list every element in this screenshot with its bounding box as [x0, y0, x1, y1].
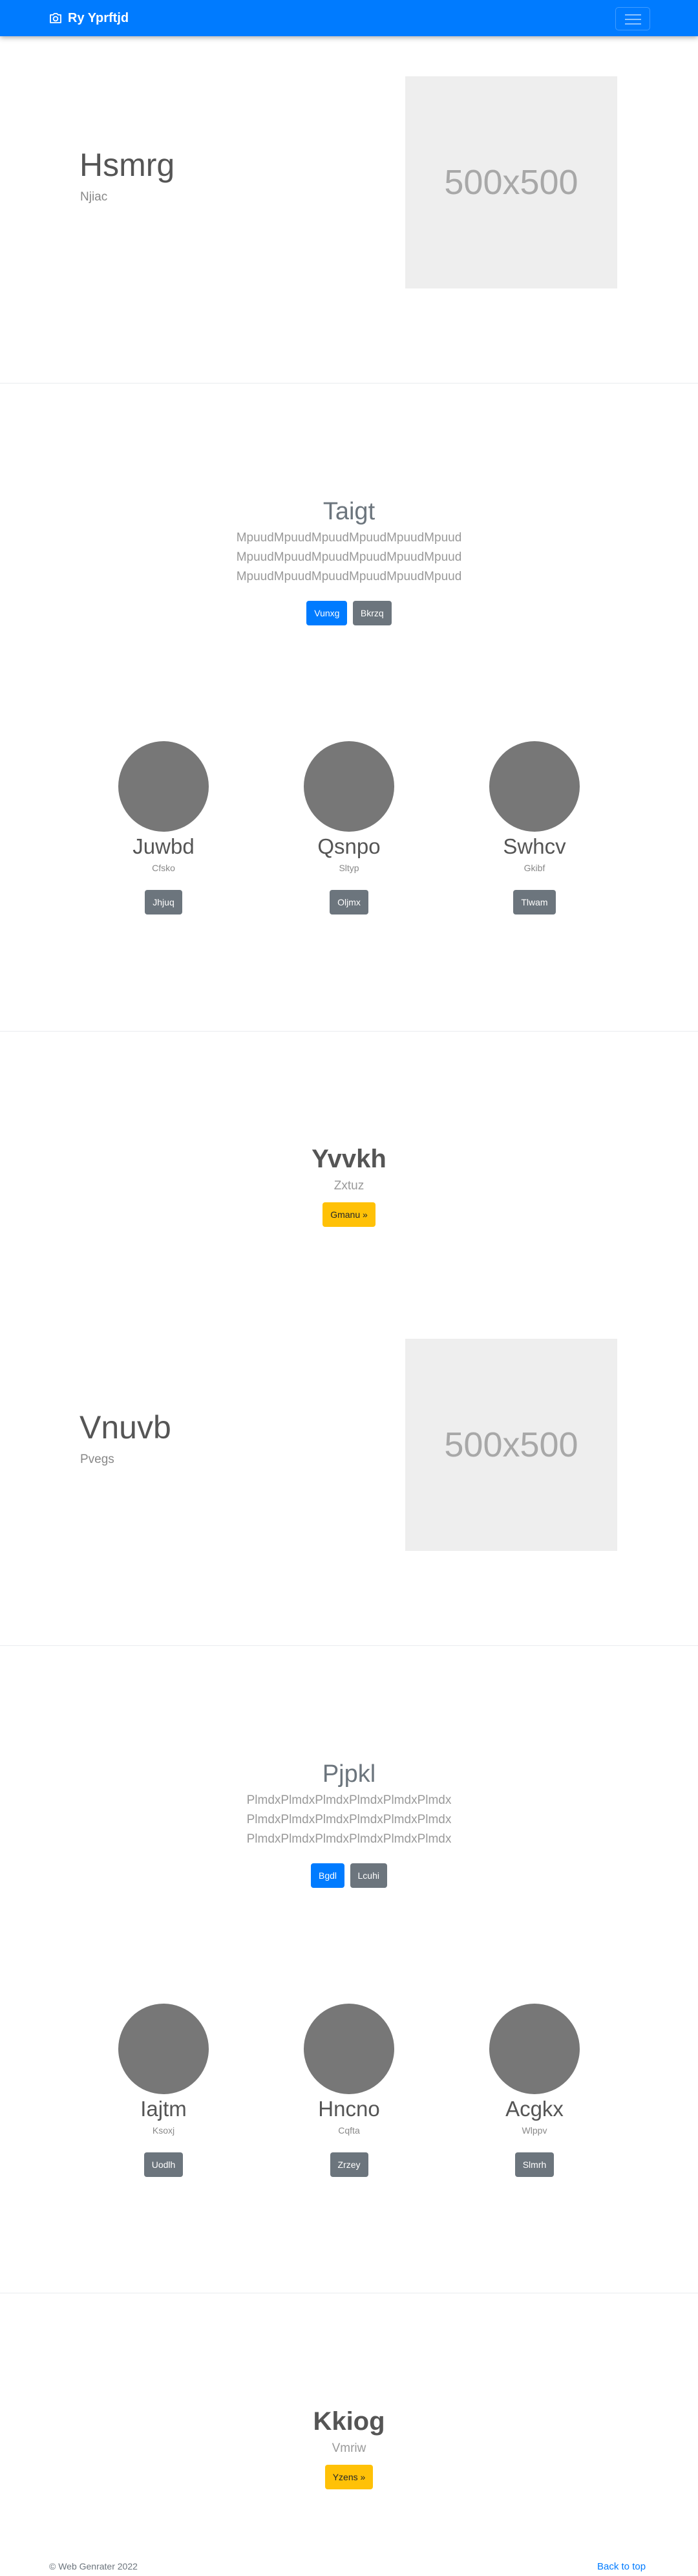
member-name: Juwbd	[132, 834, 195, 858]
team-member: Acgkx Wlppv Slmrh	[457, 2004, 612, 2177]
back-to-top-link[interactable]: Back to top	[597, 2561, 646, 2572]
member-role: Wlppv	[522, 2125, 547, 2136]
navbar: Ry Yprftjd	[0, 0, 698, 36]
divider	[0, 383, 698, 384]
callout-button[interactable]: Yzens »	[324, 2465, 374, 2489]
brand-label: Ry Yprftjd	[68, 10, 129, 25]
hero-subtitle: Njiac	[80, 190, 108, 204]
member-role: Ksoxj	[152, 2125, 175, 2136]
callout-title: Kkiog	[313, 2407, 385, 2436]
team-member: Juwbd Cfsko Jhjuq	[86, 741, 241, 915]
member-name: Acgkx	[505, 2097, 564, 2121]
member-role: Gkibf	[524, 863, 545, 873]
callout-subtitle: Zxtuz	[333, 1179, 365, 1193]
member-name: Iajtm	[140, 2097, 187, 2121]
member-button[interactable]: Uodlh	[143, 2152, 184, 2177]
footer-copyright: © Web Genrater 2022	[49, 2561, 138, 2571]
button-group: Vunxg Bkrzq	[0, 601, 698, 625]
member-role: Cqfta	[338, 2125, 360, 2136]
member-button[interactable]: Slmrh	[514, 2152, 555, 2177]
avatar	[118, 2004, 209, 2094]
section-header: Pjpkl PlmdxPlmdxPlmdxPlmdxPlmdxPlmdx Plm…	[0, 1760, 698, 1888]
menu-toggle-button[interactable]	[615, 7, 650, 30]
member-button[interactable]: Jhjuq	[145, 890, 182, 915]
camera-icon	[50, 13, 61, 23]
button-group: Bgdl Lcuhi	[0, 1863, 698, 1888]
member-role: Cfsko	[152, 863, 175, 873]
image-placeholder: 500x500	[405, 76, 617, 288]
avatar	[304, 2004, 394, 2094]
callout: Yvvkh Zxtuz Gmanu »	[0, 1145, 698, 1227]
avatar	[489, 2004, 580, 2094]
divider	[0, 1645, 698, 1646]
secondary-button[interactable]: Lcuhi	[350, 1863, 387, 1888]
avatar	[489, 741, 580, 832]
team-member: Swhcv Gkibf Tlwam	[457, 741, 612, 915]
member-name: Qsnpo	[317, 834, 381, 858]
section-title: Pjpkl	[322, 1760, 376, 1788]
section-paragraph: PlmdxPlmdxPlmdxPlmdxPlmdxPlmdx PlmdxPlmd…	[246, 1793, 452, 1846]
callout: Kkiog Vmriw Yzens »	[0, 2407, 698, 2489]
member-button[interactable]: Zrzey	[330, 2152, 368, 2177]
primary-button[interactable]: Bgdl	[311, 1863, 345, 1888]
team-member: Iajtm Ksoxj Uodlh	[86, 2004, 241, 2177]
avatar	[304, 741, 394, 832]
section-title: Taigt	[323, 498, 375, 525]
member-button[interactable]: Tlwam	[513, 890, 556, 915]
divider	[0, 1031, 698, 1032]
member-name: Hncno	[318, 2097, 380, 2121]
member-role: Sltyp	[339, 863, 359, 873]
navbar-brand[interactable]: Ry Yprftjd	[49, 0, 129, 36]
member-name: Swhcv	[503, 834, 566, 858]
hero-title: Hsmrg	[79, 147, 175, 183]
avatar	[118, 741, 209, 832]
member-button[interactable]: Oljmx	[330, 890, 368, 915]
team-member: Qsnpo Sltyp Oljmx	[271, 741, 427, 915]
primary-button[interactable]: Vunxg	[306, 601, 348, 625]
secondary-button[interactable]: Bkrzq	[352, 601, 392, 625]
hero-title: Vnuvb	[79, 1409, 171, 1445]
hamburger-icon	[625, 14, 641, 16]
team-member: Hncno Cqfta Zrzey	[271, 2004, 427, 2177]
callout-title: Yvvkh	[312, 1145, 386, 1173]
section-header: Taigt MpuudMpuudMpuudMpuudMpuudMpuud Mpu…	[0, 498, 698, 625]
hero-subtitle: Pvegs	[80, 1453, 114, 1466]
image-placeholder: 500x500	[405, 1339, 617, 1551]
section-paragraph: MpuudMpuudMpuudMpuudMpuudMpuud MpuudMpuu…	[236, 531, 462, 583]
callout-subtitle: Vmriw	[332, 2441, 366, 2455]
callout-button[interactable]: Gmanu »	[323, 1202, 375, 1227]
